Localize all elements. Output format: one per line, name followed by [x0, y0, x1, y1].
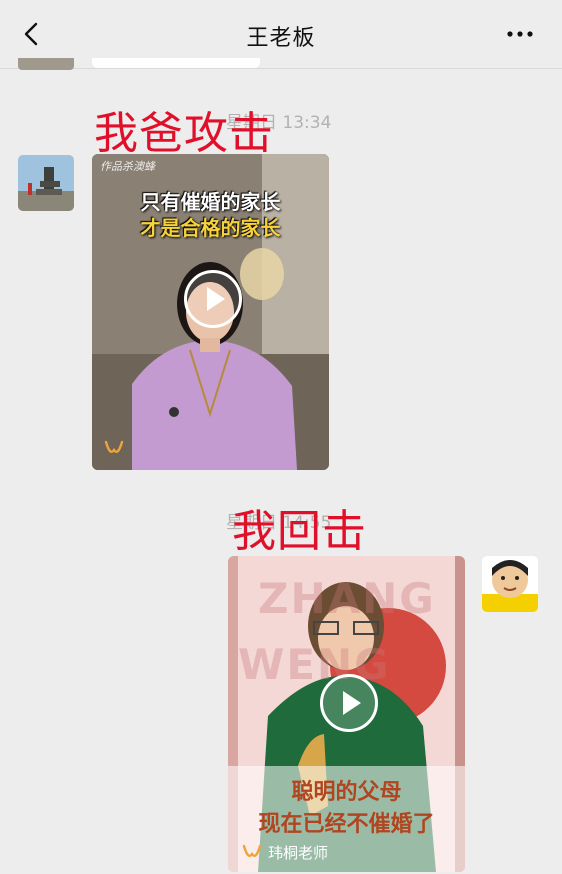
play-icon[interactable] [184, 270, 242, 328]
annotation-label: 我回击 [232, 506, 367, 557]
statue-avatar-image [18, 155, 74, 211]
cartoon-avatar-image [482, 556, 538, 612]
video-channel-logo-icon [104, 440, 124, 453]
video-channel-logo-icon [242, 844, 262, 857]
sender-avatar[interactable] [18, 155, 74, 211]
nav-bar: 王老板 [0, 0, 562, 69]
video-message-1[interactable]: 作品杀澳蜂 只有催婚的家长 才是合格的家长 [92, 154, 329, 470]
previous-avatar[interactable] [18, 58, 74, 70]
video2-background-text: ZHANG [258, 574, 436, 623]
play-icon[interactable] [320, 674, 378, 732]
video-message-2[interactable]: ZHANG WENG 聪明的父母 现在已经不催婚了 玮桐老师 [228, 556, 465, 872]
video1-watermark: 作品杀澳蜂 [100, 160, 155, 173]
video1-caption-line1: 只有催婚的家长 [140, 190, 281, 214]
more-options-icon[interactable] [506, 22, 534, 46]
video2-caption-line1: 聪明的父母 [291, 780, 402, 805]
video2-caption-line2: 现在已经不催婚了 [258, 812, 435, 837]
self-avatar[interactable] [482, 556, 538, 612]
previous-message-bubble[interactable] [92, 58, 260, 68]
video2-source-label: 玮桐老师 [268, 844, 329, 862]
annotation-label: 我爸攻击 [94, 108, 274, 159]
video1-caption-line2: 才是合格的家长 [140, 216, 281, 240]
chat-title: 王老板 [246, 26, 316, 51]
